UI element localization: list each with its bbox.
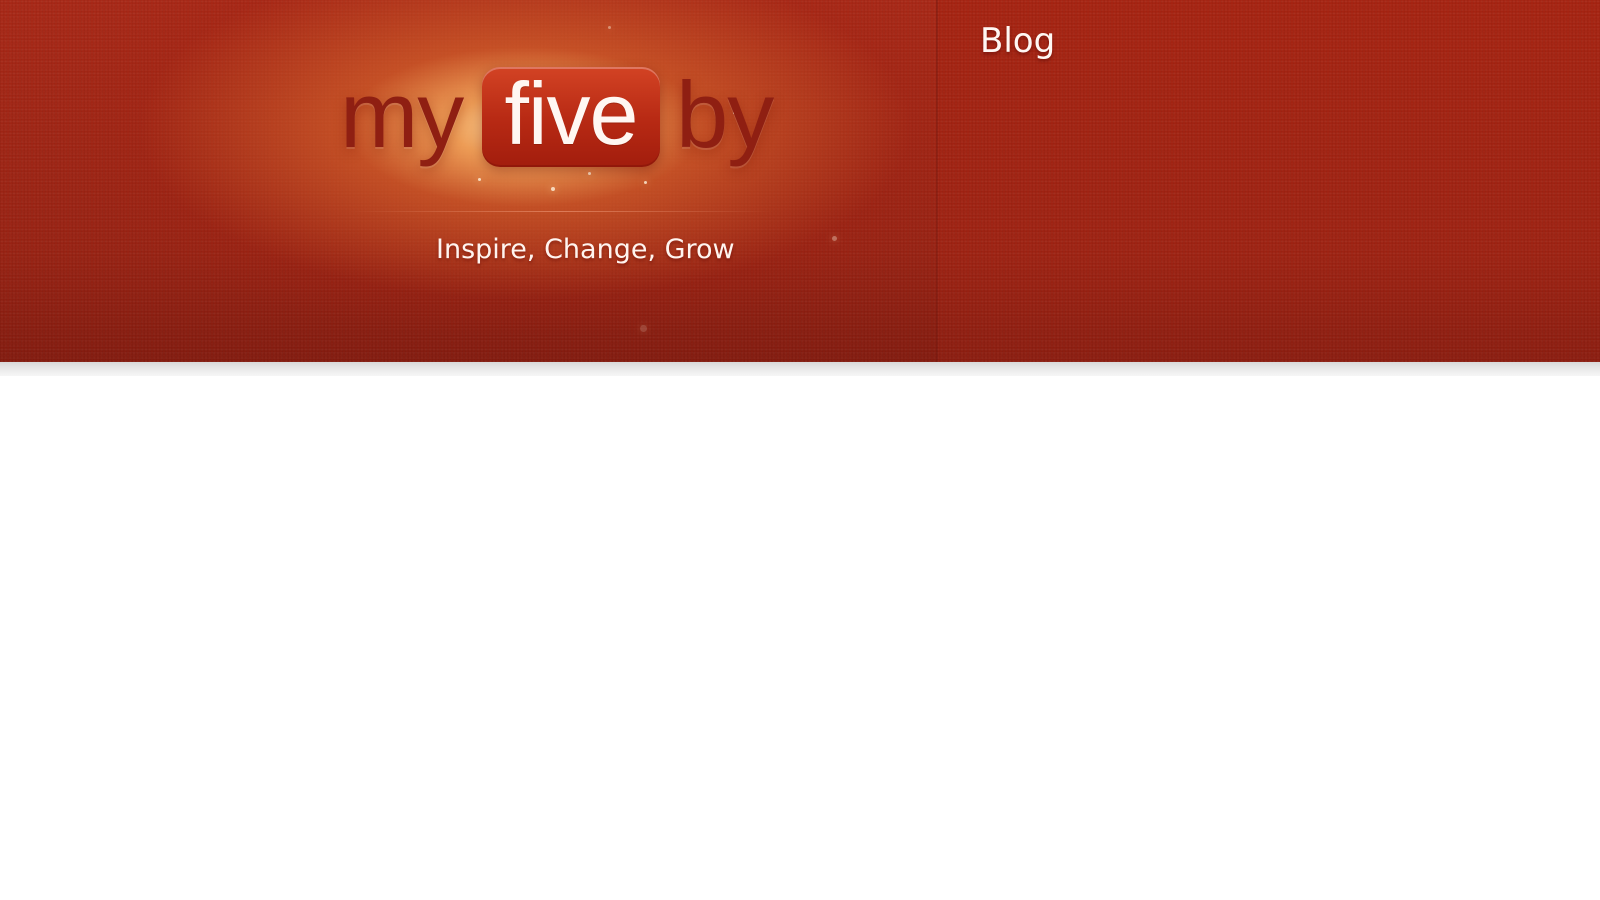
logo-word-left: my [340, 62, 464, 167]
blog-link[interactable]: Blog [980, 24, 1055, 58]
site-logo[interactable]: my five by [340, 60, 780, 180]
site-header: my five by Inspire, Change, Grow Blog [0, 0, 1600, 362]
main-content-area [0, 376, 1600, 900]
site-tagline: Inspire, Change, Grow [436, 234, 735, 265]
sparkle [640, 325, 647, 332]
sparkle [832, 236, 837, 241]
sparkle-background [0, 0, 938, 362]
sparkle [644, 181, 647, 184]
logo-word-right: by [676, 62, 774, 167]
header-separator [0, 362, 1600, 376]
brand-panel: my five by Inspire, Change, Grow [0, 0, 938, 362]
logo-word-center: five [504, 64, 639, 163]
logo-divider [348, 211, 774, 212]
sparkle [551, 187, 555, 191]
sparkle [608, 26, 611, 29]
logo-badge: five [482, 67, 660, 167]
